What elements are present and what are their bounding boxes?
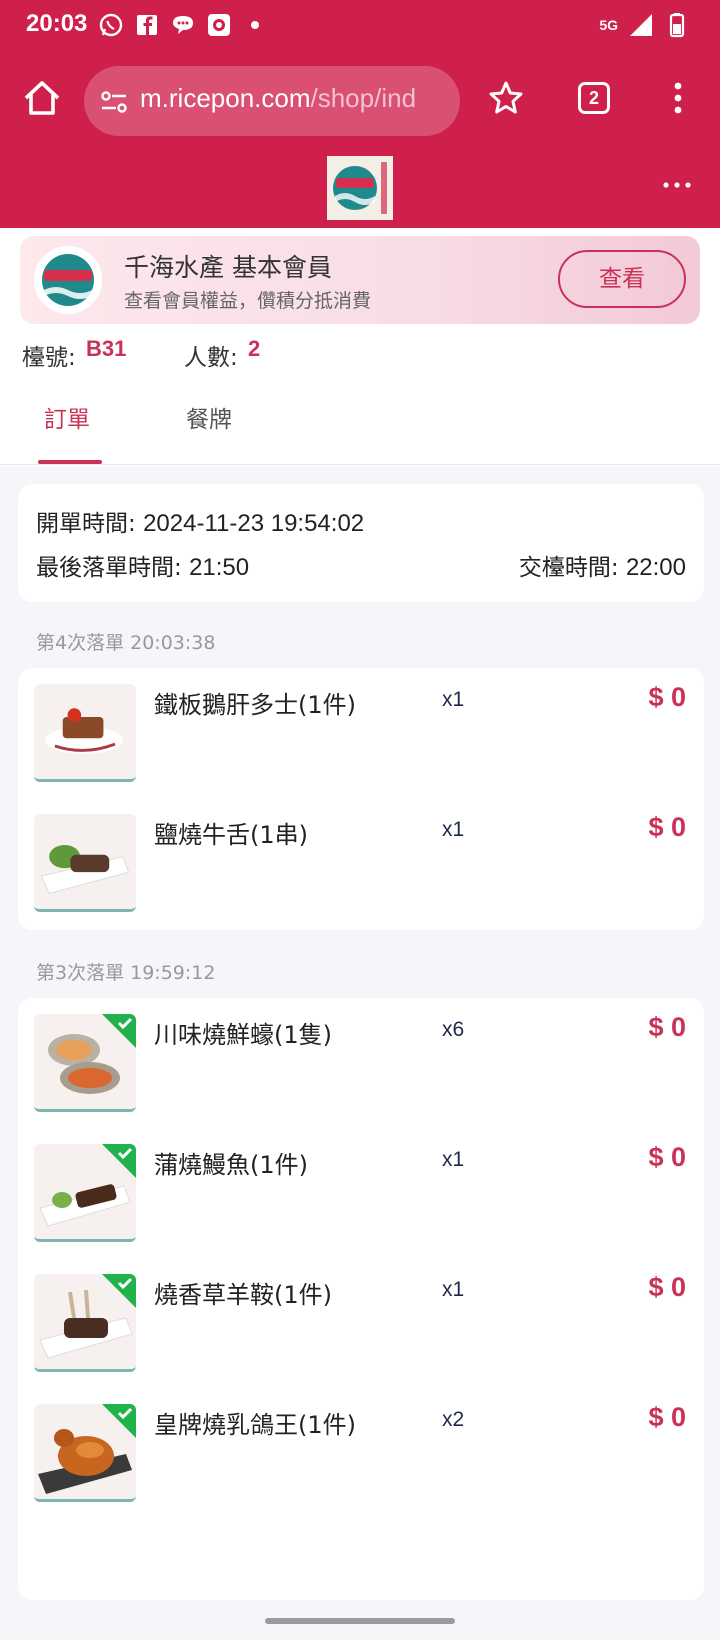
people-count-label: 人數: bbox=[184, 345, 238, 371]
gesture-navigation-bar bbox=[0, 1600, 720, 1640]
open-time-value: 2024-11-23 19:54:02 bbox=[143, 510, 365, 537]
people-count-value: 2 bbox=[248, 336, 261, 361]
order-item[interactable]: 皇牌燒乳鴿王(1件) x2 $ 0 bbox=[18, 1388, 704, 1518]
item-name: 川味燒鮮蠔(1隻) bbox=[154, 1021, 332, 1049]
item-name: 鹽燒牛舌(1串) bbox=[154, 821, 308, 849]
member-logo bbox=[34, 246, 102, 314]
served-check-icon bbox=[102, 1014, 136, 1048]
order-time-card: 開單時間: 2024-11-23 19:54:02 最後落單時間: 21:50 … bbox=[18, 484, 704, 602]
browser-toolbar: m.ricepon.com/shop/ind 2 bbox=[0, 52, 720, 148]
item-name: 蒲燒鰻魚(1件) bbox=[154, 1151, 308, 1179]
tab-divider bbox=[0, 464, 720, 465]
item-quantity: x1 bbox=[442, 818, 465, 841]
order-item[interactable]: 川味燒鮮蠔(1隻) x6 $ 0 bbox=[18, 998, 704, 1128]
open-time-label: 開單時間: bbox=[36, 511, 136, 537]
item-quantity: x2 bbox=[442, 1408, 465, 1431]
order-item[interactable]: 鹽燒牛舌(1串) x1 $ 0 bbox=[18, 798, 704, 928]
tab-menu[interactable]: 餐牌 bbox=[186, 400, 232, 434]
table-number-label: 檯號: bbox=[22, 345, 76, 371]
address-bar[interactable]: m.ricepon.com/shop/ind bbox=[84, 66, 460, 136]
item-price: $ 0 bbox=[648, 1402, 686, 1432]
item-quantity: x1 bbox=[442, 1278, 465, 1301]
whatsapp-icon bbox=[99, 13, 123, 37]
table-number-value: B31 bbox=[86, 336, 127, 361]
notification-icons bbox=[98, 12, 268, 38]
table-close-time: 交檯時間: 22:00 bbox=[519, 548, 686, 582]
open-time: 開單時間: 2024-11-23 19:54:02 bbox=[36, 504, 364, 538]
browser-menu-icon[interactable] bbox=[666, 80, 690, 116]
shop-header bbox=[0, 148, 720, 228]
table-close-label: 交檯時間: bbox=[518, 555, 619, 581]
batch-label: 第3次落單 19:59:12 bbox=[36, 962, 216, 984]
item-photo bbox=[34, 814, 136, 912]
served-check-icon bbox=[102, 1274, 136, 1308]
member-subtitle: 查看會員權益，儹積分抵消費 bbox=[124, 290, 372, 312]
chat-icon bbox=[173, 16, 193, 34]
item-thumbnail bbox=[34, 1274, 136, 1372]
batch-label: 第4次落單 20:03:38 bbox=[36, 632, 216, 654]
last-order-label: 最後落單時間: bbox=[36, 555, 182, 581]
dot-icon bbox=[251, 21, 259, 29]
tab-switcher-button[interactable]: 2 bbox=[578, 82, 610, 114]
member-title: 千海水產 基本會員 bbox=[124, 253, 332, 282]
last-order-time: 最後落單時間: 21:50 bbox=[36, 548, 249, 582]
table-close-value: 22:00 bbox=[625, 554, 686, 581]
last-order-value: 21:50 bbox=[189, 554, 250, 581]
tab-orders[interactable]: 訂單 bbox=[44, 400, 90, 434]
item-thumbnail bbox=[34, 1144, 136, 1242]
item-quantity: x1 bbox=[442, 688, 465, 711]
status-time: 20:03 bbox=[26, 10, 88, 37]
home-icon[interactable] bbox=[20, 76, 64, 120]
served-check-icon bbox=[102, 1404, 136, 1438]
battery-icon bbox=[669, 13, 685, 38]
batch-card: 鐵板鵝肝多士(1件) x1 $ 0 鹽燒牛舌(1串) x1 $ 0 bbox=[18, 668, 704, 930]
batch-card: 川味燒鮮蠔(1隻) x6 $ 0 蒲燒鰻魚(1件) x1 $ 0 燒香草羊鞍(1… bbox=[18, 998, 704, 1600]
more-options-icon[interactable] bbox=[662, 178, 692, 192]
signal-icon bbox=[630, 14, 652, 36]
view-membership-button[interactable]: 查看 bbox=[558, 250, 686, 308]
item-quantity: x6 bbox=[442, 1018, 465, 1041]
facebook-icon bbox=[137, 15, 157, 35]
member-card[interactable]: 千海水產 基本會員 查看會員權益，儹積分抵消費 查看 bbox=[20, 236, 700, 324]
status-bar: 20:03 5G bbox=[0, 0, 720, 52]
served-check-icon bbox=[102, 1144, 136, 1178]
order-item[interactable]: 蒲燒鰻魚(1件) x1 $ 0 bbox=[18, 1128, 704, 1258]
item-thumbnail bbox=[34, 1014, 136, 1112]
home-gesture-handle[interactable] bbox=[265, 1618, 455, 1624]
url-host: m.ricepon.com bbox=[140, 83, 311, 113]
item-name: 鐵板鵝肝多士(1件) bbox=[154, 691, 356, 719]
order-page: 千海水產 基本會員 查看會員權益，儹積分抵消費 查看 檯號: B31 人數: 2… bbox=[0, 228, 720, 1600]
url-path: /shop/ind bbox=[310, 83, 417, 113]
order-item[interactable]: 鐵板鵝肝多士(1件) x1 $ 0 bbox=[18, 668, 704, 798]
order-item[interactable]: 燒香草羊鞍(1件) x1 $ 0 bbox=[18, 1258, 704, 1388]
item-photo bbox=[34, 684, 136, 782]
item-thumbnail bbox=[34, 1404, 136, 1502]
bookmark-star-icon[interactable] bbox=[488, 80, 524, 116]
shop-logo[interactable] bbox=[327, 156, 393, 220]
item-price: $ 0 bbox=[648, 1012, 686, 1042]
item-name: 燒香草羊鞍(1件) bbox=[154, 1281, 332, 1309]
camera-icon bbox=[208, 14, 230, 36]
item-quantity: x1 bbox=[442, 1148, 465, 1171]
network-label: 5G bbox=[599, 17, 618, 33]
site-settings-icon[interactable] bbox=[98, 86, 130, 118]
item-price: $ 0 bbox=[648, 682, 686, 712]
url-text: m.ricepon.com/shop/ind bbox=[140, 83, 416, 114]
item-price: $ 0 bbox=[648, 812, 686, 842]
item-price: $ 0 bbox=[648, 1142, 686, 1172]
item-price: $ 0 bbox=[648, 1272, 686, 1302]
system-icons: 5G bbox=[599, 12, 690, 38]
item-name: 皇牌燒乳鴿王(1件) bbox=[154, 1411, 356, 1439]
